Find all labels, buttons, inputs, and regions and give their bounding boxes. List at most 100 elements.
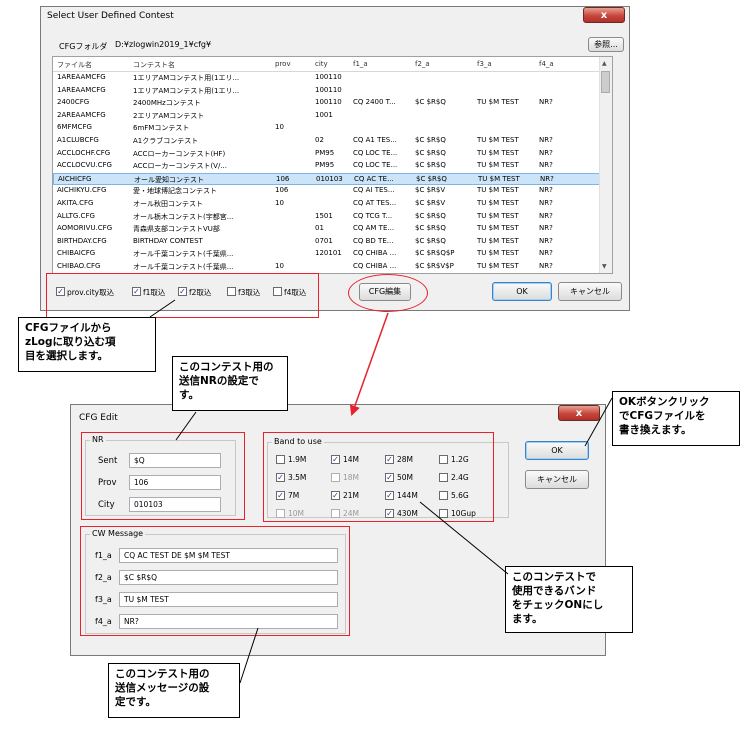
col-f2[interactable]: f2_a bbox=[415, 60, 430, 68]
table-cell: 1エリアAMコンテスト用(1エリ... bbox=[133, 74, 240, 82]
table-cell: 1AREAAMCFG bbox=[57, 73, 106, 81]
col-f3[interactable]: f3_a bbox=[477, 60, 492, 68]
table-cell: 0701 bbox=[315, 236, 333, 245]
table-cell: 106 bbox=[275, 186, 289, 195]
arrow-to-edit-dialog bbox=[349, 312, 389, 416]
col-filename[interactable]: ファイル名 bbox=[57, 60, 92, 70]
table-cell: A1CLUBCFG bbox=[57, 136, 99, 144]
table-cell: ACCローカーコンテスト(HF) bbox=[133, 149, 226, 158]
table-cell: 愛・地球博記念コンテスト bbox=[133, 187, 217, 196]
scroll-down-icon[interactable]: ▼ bbox=[602, 263, 607, 270]
table-cell: $C $R$Q bbox=[415, 98, 446, 107]
table-cell: A1クラブコンテスト bbox=[133, 137, 199, 145]
table-row[interactable]: AICHIKYU.CFG 愛・地球博記念コンテスト 106 CQ AI TES... $… bbox=[53, 185, 601, 197]
col-contest[interactable]: コンテスト名 bbox=[133, 60, 175, 70]
table-row[interactable]: CHIBAICFG オール千葉コンテスト(千葉県... 120101 CQ CHIBA… bbox=[53, 248, 601, 260]
table-cell: 02 bbox=[315, 136, 324, 144]
table-row[interactable]: 1AREAAMCFG 1エリアAMコンテスト用(1エリ... 100110 bbox=[53, 72, 601, 84]
table-cell: オール千葉コンテスト(千葉県... bbox=[133, 250, 234, 259]
close-button[interactable]: x bbox=[583, 7, 625, 23]
table-row[interactable]: AICHICFG オール愛知コンテスト 106 010103 CQ AC TE... $C… bbox=[53, 172, 601, 185]
col-f4[interactable]: f4_a bbox=[539, 60, 554, 68]
band-highlight bbox=[263, 432, 494, 522]
table-cell: 1501 bbox=[315, 211, 333, 220]
table-row[interactable]: 2400CFG 2400MHzコンテスト 100110 CQ 2400 T... $C … bbox=[53, 97, 601, 109]
edit-cancel-button[interactable]: キャンセル bbox=[525, 470, 589, 489]
table-cell: ACCLOCVU.CFG bbox=[57, 161, 112, 170]
table-cell: $C $R$Q bbox=[415, 161, 446, 170]
table-cell: NR? bbox=[539, 211, 553, 220]
callout-nr-setting: このコンテスト用の 送信NRの設定で す。 bbox=[172, 356, 288, 411]
table-row[interactable]: AKITA.CFG オール秋田コンテスト 10 CQ AT TES... $C $R$V… bbox=[53, 198, 601, 210]
table-cell: オール栃木コンテスト(宇都宮... bbox=[133, 212, 234, 221]
col-f1[interactable]: f1_a bbox=[353, 60, 368, 68]
cancel-button[interactable]: キャンセル bbox=[558, 282, 622, 301]
table-cell: CQ A1 TES... bbox=[353, 136, 397, 144]
table-cell: TU $M TEST bbox=[478, 174, 520, 183]
table-cell: 100110 bbox=[315, 73, 342, 81]
table-cell: ALLTG.CFG bbox=[57, 211, 95, 220]
table-row[interactable]: AOMORIVU.CFG 青森県支部コンテストVU部 01 CQ AM TE... $C… bbox=[53, 223, 601, 235]
table-row[interactable]: ACCLOCVU.CFG ACCローカーコンテスト(V/... PM95 CQ LOC… bbox=[53, 160, 601, 172]
table-cell: 青森県支部コンテストVU部 bbox=[133, 225, 220, 234]
cw-highlight bbox=[80, 526, 350, 636]
table-cell: PM95 bbox=[315, 161, 335, 170]
table-row[interactable]: 1AREAAMCFG 1エリアAMコンテスト用(1エリ... 100110 bbox=[53, 85, 601, 97]
table-cell: 10 bbox=[275, 262, 284, 270]
table-cell: TU $M TEST bbox=[477, 224, 519, 233]
table-cell: CQ AI TES... bbox=[353, 186, 395, 195]
callout-cw-message: このコンテスト用の 送信メッセージの設 定です。 bbox=[108, 663, 240, 718]
callout-import-items: CFGファイルから zLogに取り込む項 目を選択します。 bbox=[18, 317, 156, 372]
list-scrollbar[interactable]: ▲ ▼ bbox=[599, 57, 612, 273]
table-cell: 100110 bbox=[315, 85, 342, 94]
contest-list[interactable]: ファイル名 コンテスト名 prov city f1_a f2_a f3_a f4… bbox=[52, 56, 613, 274]
table-row[interactable]: CHIBAO.CFG オール千葉コンテスト(千葉県... 10 CQ CHIBA ..… bbox=[53, 261, 601, 273]
table-cell: 100110 bbox=[315, 98, 342, 107]
table-cell: NR? bbox=[539, 224, 553, 233]
cfg-edit-highlight bbox=[348, 274, 428, 312]
table-cell: TU $M TEST bbox=[477, 236, 519, 245]
dialog-title: Select User Defined Contest bbox=[47, 11, 174, 21]
table-cell: TU $M TEST bbox=[477, 98, 519, 107]
table-cell: 106 bbox=[276, 174, 290, 183]
cfg-folder-path: D:¥zlogwin2019_1¥cfg¥ bbox=[115, 40, 212, 49]
table-cell: CQ AC TE... bbox=[354, 174, 394, 183]
table-cell: オール秋田コンテスト bbox=[133, 200, 203, 208]
table-cell: NR? bbox=[539, 199, 553, 207]
table-cell: オール愛知コンテスト bbox=[134, 175, 204, 184]
edit-close-button[interactable]: x bbox=[558, 405, 600, 421]
col-prov[interactable]: prov bbox=[275, 60, 291, 68]
table-cell: NR? bbox=[539, 186, 553, 195]
table-cell: $C $R$Q bbox=[415, 136, 446, 144]
edit-ok-button[interactable]: OK bbox=[525, 441, 589, 460]
table-cell: $C $R$V$P bbox=[415, 262, 454, 270]
table-cell: TU $M TEST bbox=[477, 199, 519, 207]
table-row[interactable]: ACCLOCHF.CFG ACCローカーコンテスト(HF) PM95 CQ LOC T… bbox=[53, 148, 601, 160]
table-cell: 2400MHzコンテスト bbox=[133, 99, 201, 108]
table-cell: AICHIKYU.CFG bbox=[57, 186, 107, 195]
table-cell: 2AREAAMCFG bbox=[57, 110, 106, 119]
scroll-up-icon[interactable]: ▲ bbox=[602, 60, 607, 67]
table-cell: NR? bbox=[539, 236, 553, 245]
table-row[interactable]: ALLTG.CFG オール栃木コンテスト(宇都宮... 1501 CQ TCG T..… bbox=[53, 211, 601, 223]
table-cell: NR? bbox=[539, 136, 553, 144]
table-cell: 1001 bbox=[315, 110, 333, 119]
scroll-thumb[interactable] bbox=[601, 71, 610, 93]
table-cell: NR? bbox=[539, 148, 553, 157]
table-cell: CQ AT TES... bbox=[353, 199, 397, 207]
table-cell: ACCローカーコンテスト(V/... bbox=[133, 162, 227, 171]
table-cell: 10 bbox=[275, 199, 284, 207]
table-row[interactable]: 2AREAAMCFG 2エリアAMコンテスト 1001 bbox=[53, 110, 601, 122]
ok-button[interactable]: OK bbox=[492, 282, 552, 301]
table-row[interactable]: A1CLUBCFG A1クラブコンテスト 02 CQ A1 TES... $C $R$Q… bbox=[53, 135, 601, 147]
table-row[interactable]: 6MFMCFG 6mFMコンテスト 10 bbox=[53, 122, 601, 134]
table-cell: CHIBAICFG bbox=[57, 249, 96, 258]
browse-button[interactable]: 参照... bbox=[588, 37, 624, 52]
table-cell: CQ AM TE... bbox=[353, 224, 395, 233]
table-row[interactable]: BIRTHDAY.CFG BIRTHDAY CONTEST 0701 CQ BD TE… bbox=[53, 236, 601, 248]
col-city[interactable]: city bbox=[315, 60, 328, 68]
table-cell: 6mFMコンテスト bbox=[133, 124, 190, 133]
table-cell: $C $R$Q bbox=[415, 224, 446, 233]
cfg-folder-label: CFGフォルダ bbox=[59, 42, 108, 51]
table-cell: $C $R$V bbox=[415, 199, 446, 207]
